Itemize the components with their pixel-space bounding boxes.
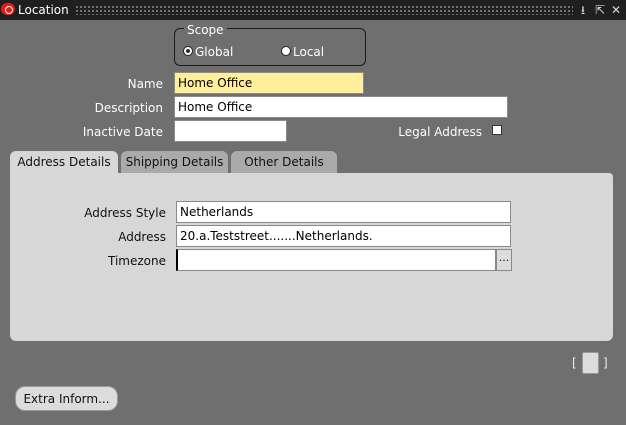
scope-title: Scope <box>184 23 227 37</box>
right-bracket: ] <box>603 356 608 370</box>
description-field[interactable]: Home Office <box>174 96 508 118</box>
restore-icon[interactable]: ⇱ <box>593 2 607 18</box>
minimize-icon[interactable]: ⭳ <box>576 2 590 18</box>
attachment-icon[interactable] <box>582 352 599 374</box>
timezone-field[interactable] <box>176 249 496 271</box>
address-details-panel: Address Style Netherlands Address 20.a.T… <box>10 173 613 341</box>
scope-local-label[interactable]: Local <box>293 45 324 59</box>
name-field[interactable]: Home Office <box>174 72 364 94</box>
timezone-label: Timezone <box>108 254 166 268</box>
close-icon[interactable]: ✕ <box>609 2 623 18</box>
inactive-date-label: Inactive Date <box>82 125 163 139</box>
left-bracket: [ <box>572 356 577 370</box>
scope-global-label[interactable]: Global <box>195 45 233 59</box>
tab-other-details[interactable]: Other Details <box>231 151 337 173</box>
scope-local-radio[interactable] <box>281 46 291 56</box>
address-label: Address <box>118 230 166 244</box>
address-field[interactable]: 20.a.Teststreet.......Netherlands. <box>176 225 511 247</box>
inactive-date-field[interactable] <box>174 120 287 142</box>
address-style-label: Address Style <box>84 206 166 220</box>
address-style-field[interactable]: Netherlands <box>176 201 511 223</box>
window-title: Location <box>18 3 69 17</box>
timezone-lov-button[interactable]: ... <box>496 249 512 271</box>
oracle-logo-icon <box>1 3 15 15</box>
tab-shipping-details[interactable]: Shipping Details <box>121 151 228 173</box>
name-label: Name <box>127 77 163 91</box>
title-bar-grip <box>75 5 573 15</box>
legal-address-label: Legal Address <box>398 125 482 139</box>
description-label: Description <box>94 101 163 115</box>
scope-global-radio[interactable] <box>183 46 193 56</box>
tab-address-details[interactable]: Address Details <box>10 151 118 175</box>
title-bar[interactable]: Location ⭳ ⇱ ✕ <box>0 0 626 20</box>
extra-info-button[interactable]: Extra Inform... <box>15 386 118 411</box>
legal-address-checkbox[interactable] <box>492 125 502 135</box>
